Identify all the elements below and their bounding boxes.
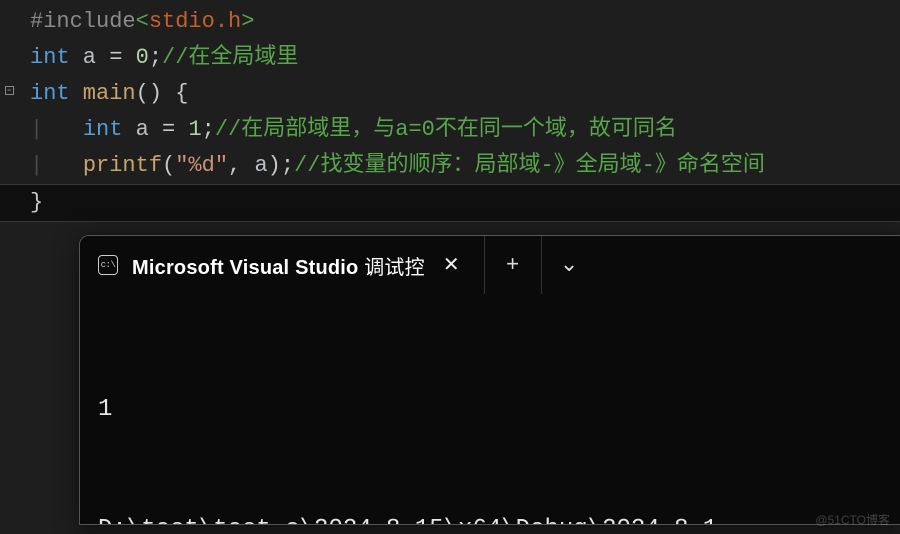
code-line: #include<stdio.h> [0, 4, 900, 40]
console-tab[interactable]: c:\ Microsoft Visual Studio 调试控 ✕ [80, 236, 485, 294]
tab-dropdown-button[interactable]: ⌄ [541, 236, 597, 294]
chevron-down-icon: ⌄ [560, 252, 578, 278]
gutter [0, 148, 18, 184]
gutter [0, 185, 18, 221]
code-line: - int main() { [0, 76, 900, 112]
console-tab-title: Microsoft Visual Studio 调试控 [132, 251, 425, 280]
new-tab-button[interactable]: + [485, 236, 541, 294]
console-line: 1 [98, 390, 884, 430]
code-line-active: } [0, 184, 900, 222]
fold-toggle[interactable]: - [0, 76, 18, 112]
gutter [0, 112, 18, 148]
code-line: | int a = 1;//在局部域里，与a=0不在同一个域，故可同名 [0, 112, 900, 148]
terminal-icon: c:\ [98, 255, 118, 275]
debug-console-window: c:\ Microsoft Visual Studio 调试控 ✕ + ⌄ 1 … [79, 235, 900, 525]
code-line: | printf("%d", a);//找变量的顺序：局部域-》全局域-》命名空… [0, 148, 900, 184]
preprocessor-token: #include [30, 4, 136, 40]
console-output[interactable]: 1 D:\test\test.c\2024_8_15\x64\Debug\202… [80, 294, 900, 525]
gutter [0, 40, 18, 76]
console-line: D:\test\test.c\2024_8_15\x64\Debug\2024_… [98, 510, 884, 525]
close-tab-button[interactable]: ✕ [439, 252, 464, 278]
console-title-bar: c:\ Microsoft Visual Studio 调试控 ✕ + ⌄ [80, 236, 900, 294]
watermark: @51CTO博客 [815, 511, 890, 528]
gutter [0, 4, 18, 40]
code-line: int a = 0;//在全局域里 [0, 40, 900, 76]
code-editor[interactable]: #include<stdio.h> int a = 0;//在全局域里 - in… [0, 0, 900, 222]
